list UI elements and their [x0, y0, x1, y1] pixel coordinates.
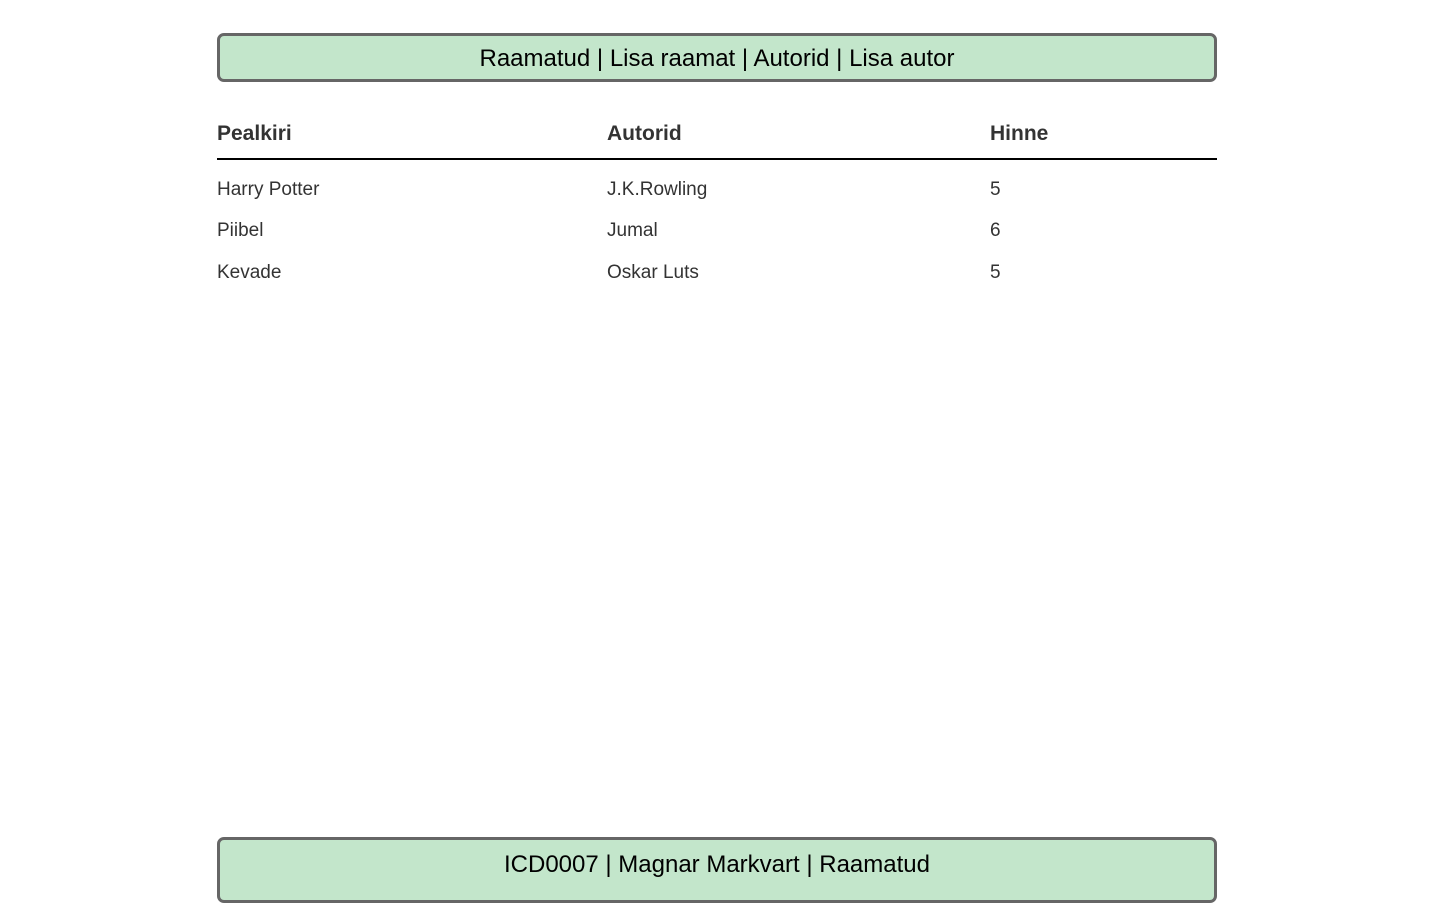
- table-row: Kevade Oskar Luts 5: [217, 252, 1217, 294]
- cell-authors: Jumal: [607, 220, 658, 241]
- table-row: Piibel Jumal 6: [217, 210, 1217, 252]
- nav-link-lisa-raamat[interactable]: Lisa raamat: [610, 45, 735, 72]
- footer: ICD0007 | Magnar Markvart | Raamatud: [217, 837, 1217, 903]
- cell-authors: Oskar Luts: [607, 262, 699, 283]
- nav-link-autorid[interactable]: Autorid: [753, 45, 829, 72]
- cell-authors: J.K.Rowling: [607, 179, 708, 200]
- header-grade: Hinne: [990, 110, 1217, 160]
- cell-grade: 5: [990, 262, 1001, 283]
- nav-link-lisa-autor[interactable]: Lisa autor: [849, 45, 954, 72]
- cell-grade: 5: [990, 179, 1001, 200]
- cell-title: Harry Potter: [217, 179, 320, 200]
- header-authors: Autorid: [607, 110, 990, 160]
- separator: |: [590, 45, 610, 72]
- books-table: Pealkiri Autorid Hinne Harry Potter J.K.…: [217, 110, 1217, 294]
- separator: |: [829, 45, 850, 72]
- cell-title: Piibel: [217, 220, 264, 241]
- cell-grade: 6: [990, 220, 1001, 241]
- separator: |: [735, 45, 754, 72]
- header-title: Pealkiri: [217, 110, 607, 160]
- table-row: Harry Potter J.K.Rowling 5: [217, 159, 1217, 210]
- top-navigation: Raamatud | Lisa raamat | Autorid | Lisa …: [217, 33, 1217, 82]
- table-header-row: Pealkiri Autorid Hinne: [217, 110, 1217, 160]
- nav-link-raamatud[interactable]: Raamatud: [480, 45, 591, 72]
- cell-title: Kevade: [217, 262, 282, 283]
